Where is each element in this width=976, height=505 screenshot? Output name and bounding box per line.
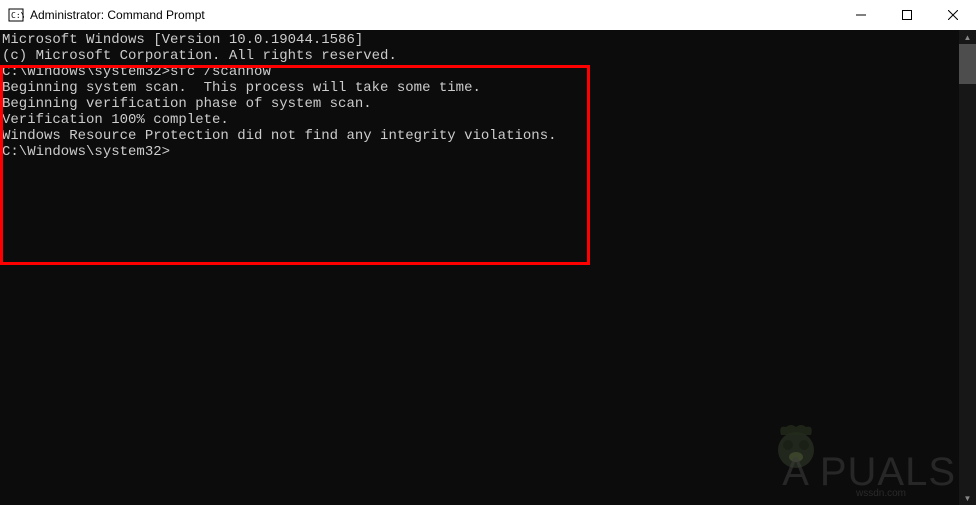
output-line: Beginning system scan. This process will…	[2, 80, 976, 96]
window-controls	[838, 0, 976, 30]
scroll-thumb[interactable]	[959, 44, 976, 84]
app-icon: C:\	[8, 7, 24, 23]
output-line: C:\Windows\system32>sfc /scannow	[2, 64, 976, 80]
scroll-down-arrow[interactable]: ▼	[959, 491, 976, 505]
svg-text:C:\: C:\	[11, 11, 24, 20]
titlebar[interactable]: C:\ Administrator: Command Prompt	[0, 0, 976, 30]
output-line: Beginning verification phase of system s…	[2, 96, 976, 112]
maximize-button[interactable]	[884, 0, 930, 30]
output-line: Microsoft Windows [Version 10.0.19044.15…	[2, 32, 976, 48]
watermark-subtext: wssdn.com	[856, 488, 906, 499]
prompt-line[interactable]: C:\Windows\system32>	[2, 144, 976, 160]
minimize-button[interactable]	[838, 0, 884, 30]
vertical-scrollbar[interactable]: ▲ ▼	[959, 30, 976, 505]
output-line: Windows Resource Protection did not find…	[2, 128, 976, 144]
output-line: Verification 100% complete.	[2, 112, 976, 128]
window-title: Administrator: Command Prompt	[30, 8, 205, 22]
terminal-output[interactable]: Microsoft Windows [Version 10.0.19044.15…	[0, 30, 976, 505]
output-line: (c) Microsoft Corporation. All rights re…	[2, 48, 976, 64]
watermark-monkey-icon	[766, 415, 826, 475]
scroll-up-arrow[interactable]: ▲	[959, 30, 976, 44]
close-button[interactable]	[930, 0, 976, 30]
command-prompt-window: C:\ Administrator: Command Prompt Micros…	[0, 0, 976, 505]
